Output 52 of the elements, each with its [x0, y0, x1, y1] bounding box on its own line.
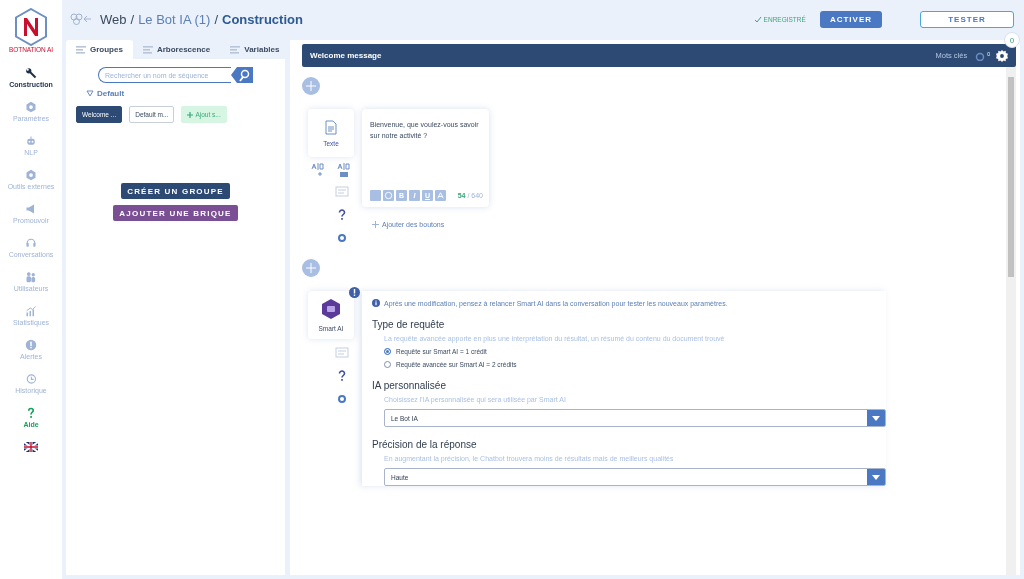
panel-tab[interactable]: Groupes	[66, 40, 133, 59]
section-title: IA personnalisée	[372, 380, 447, 391]
caret-icon	[86, 90, 94, 97]
info-icon	[372, 299, 380, 307]
breadcrumb-link[interactable]: Web	[100, 11, 127, 27]
add-block-icon[interactable]	[302, 77, 320, 95]
add-block-icon[interactable]	[302, 259, 320, 277]
gear-icon	[25, 169, 37, 181]
chart-icon	[25, 305, 37, 317]
headset-icon	[25, 237, 37, 249]
gear-icon	[25, 101, 37, 113]
back-icon[interactable]	[70, 13, 92, 25]
emoji-icon[interactable]	[383, 190, 394, 201]
plus-icon	[187, 111, 194, 118]
breadcrumb-separator: /	[130, 11, 135, 27]
ab-test-icon[interactable]	[336, 162, 352, 178]
search-icon[interactable]	[231, 67, 253, 83]
create-group-button[interactable]: CRÉER UN GROUPE	[121, 183, 230, 199]
scrollbar[interactable]	[1006, 67, 1016, 575]
tab-icon	[76, 45, 86, 54]
plus-icon	[372, 221, 379, 228]
users-icon	[25, 271, 37, 283]
add-block-button[interactable]: AJOUTER UNE BRIQUE	[113, 205, 238, 221]
breadcrumb-separator: /	[214, 11, 218, 27]
dropdown-caret-icon	[867, 410, 885, 426]
activate-button[interactable]: ACTIVER	[819, 10, 882, 28]
tab-icon	[142, 45, 153, 54]
breadcrumb-link[interactable]: Construction	[222, 11, 303, 27]
tab-icon	[230, 45, 241, 54]
alert-icon	[25, 339, 37, 351]
dropdown-caret-icon	[867, 469, 885, 485]
folder-toggle[interactable]: Default	[86, 89, 275, 98]
test-button[interactable]: TESTER	[920, 10, 1014, 28]
robot-icon	[25, 135, 37, 147]
flag-icon[interactable]	[24, 442, 38, 452]
wrench-icon	[25, 67, 37, 79]
check-icon	[753, 15, 762, 23]
ab-test-icon[interactable]	[310, 162, 326, 178]
logo-icon	[14, 8, 48, 46]
panel-tab[interactable]: Arborescence	[132, 40, 221, 59]
megaphone-icon	[25, 203, 37, 215]
history-icon	[25, 373, 37, 385]
notification-badge[interactable]: 0	[1004, 32, 1020, 48]
breadcrumb-link[interactable]: Le Bot IA (1)	[138, 11, 211, 27]
warning-icon	[349, 287, 360, 298]
section-title: Précision de la réponse	[372, 439, 478, 450]
sequence-title: Welcome message	[310, 51, 382, 60]
document-icon	[325, 119, 337, 135]
variable-icon[interactable]	[435, 190, 446, 201]
question-icon	[25, 407, 37, 419]
panel-tab[interactable]: Variables	[220, 40, 290, 59]
section-title: Type de requête	[372, 319, 446, 330]
